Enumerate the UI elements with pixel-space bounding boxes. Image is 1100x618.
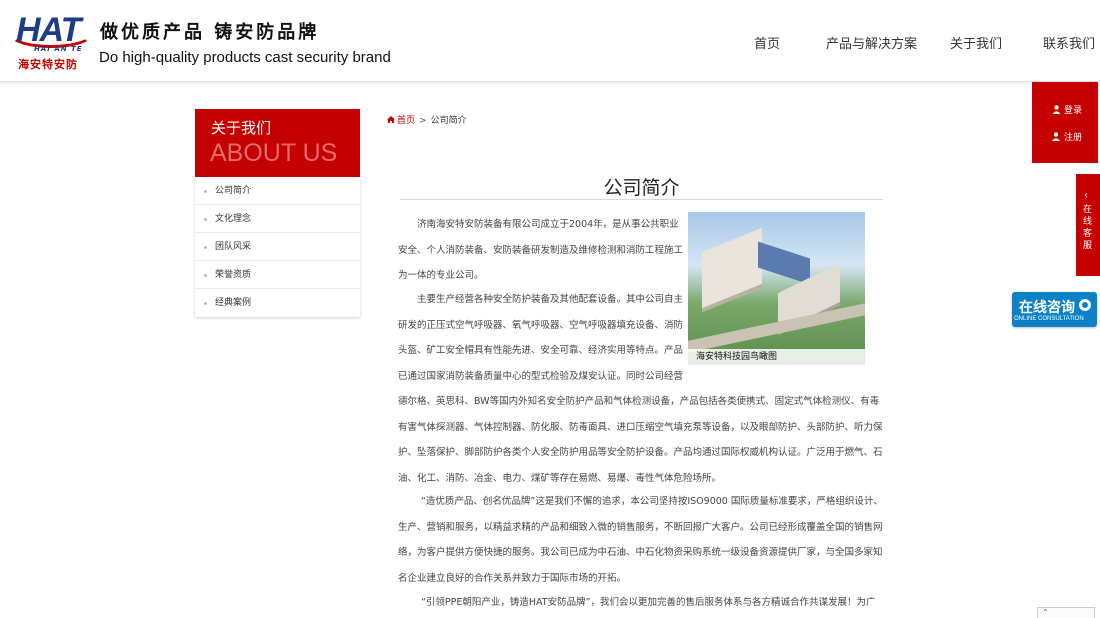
page-title: 公司简介	[603, 177, 680, 199]
breadcrumb-separator: >	[419, 116, 427, 126]
slogan-chinese: 做优质产品 铸安防品牌	[100, 22, 320, 43]
site-header: HAT HAI AN TE 海安特安防 做优质产品 铸安防品牌 Do high-…	[0, 0, 1100, 82]
back-to-top-widget[interactable]: ⌃	[1037, 607, 1095, 618]
online-service-label: 在线客服	[1083, 205, 1093, 251]
nav-home[interactable]: 首页	[754, 33, 780, 52]
online-service-tab[interactable]: ‹ 在线客服	[1076, 174, 1100, 276]
bullet-icon	[204, 190, 207, 193]
intro-paragraph-2: 主要生产经营各种安全防护装备及其他配套设备。其中公司自主研发的正压式空气呼吸器、…	[398, 294, 684, 382]
chevron-left-icon: ‹	[1084, 190, 1088, 201]
breadcrumb-home[interactable]: 首页	[397, 116, 415, 126]
register-link[interactable]: 注册	[1052, 130, 1082, 143]
intro-paragraph-2-continued: 德尔格、英思科、BW等国内外知名安全防护产品和气体检测设备，产品包括各类便携式、…	[398, 396, 883, 484]
logo-subtext: HAI AN TE	[34, 45, 83, 53]
breadcrumb-current: 公司简介	[430, 116, 467, 126]
campus-aerial-photo: 海安特科技园鸟瞰图	[688, 212, 865, 365]
sidebar-item-cases[interactable]: 经典案例	[195, 289, 360, 317]
login-label: 登录	[1064, 106, 1083, 116]
online-consultation-label-en: ONLINE CONSULTATION	[1014, 316, 1084, 322]
online-consultation-button[interactable]: 在线咨询 ONLINE CONSULTATION	[1012, 292, 1097, 327]
login-panel: 登录 注册	[1032, 82, 1098, 163]
online-consultation-label: 在线咨询	[1019, 300, 1075, 316]
sidebar-item-company-profile[interactable]: 公司简介	[195, 177, 360, 205]
bullet-icon	[204, 246, 207, 249]
building-shape	[702, 227, 762, 313]
logo[interactable]: HAT HAI AN TE 海安特安防	[8, 11, 94, 72]
register-label: 注册	[1064, 133, 1083, 143]
sidebar-item-label: 荣誉资质	[215, 270, 252, 280]
logo-chinese-name: 海安特安防	[18, 58, 78, 71]
bullet-icon	[204, 274, 207, 277]
nav-contact[interactable]: 联系我们	[1043, 33, 1095, 52]
nav-about[interactable]: 关于我们	[950, 33, 1002, 52]
chat-icon	[1079, 299, 1091, 311]
road-shape	[688, 303, 865, 353]
user-icon	[1052, 105, 1061, 114]
sidebar-item-team[interactable]: 团队风采	[195, 233, 360, 261]
sidebar-item-label: 团队风采	[215, 242, 252, 252]
slogan-english: Do high-quality products cast security b…	[99, 49, 391, 66]
intro-paragraph-1: 济南海安特安防装备有限公司成立于2004年，是从事公共职业安全、个人消防装备、安…	[398, 219, 684, 281]
logo-text: HAT	[16, 11, 81, 49]
bullet-icon	[204, 218, 207, 221]
title-divider	[400, 199, 883, 200]
intro-paragraph-3: “造优质产品、创名优品牌”这是我们不懈的追求，本公司坚持按ISO9000 国际质…	[398, 496, 883, 584]
sidebar-title-en: ABOUT US	[210, 139, 338, 167]
bullet-icon	[204, 302, 207, 305]
sidebar-item-label: 文化理念	[215, 214, 252, 224]
user-add-icon	[1052, 132, 1060, 141]
chevron-up-icon: ⌃	[1042, 608, 1049, 617]
sidebar-item-honors[interactable]: 荣誉资质	[195, 261, 360, 289]
sidebar-header: 关于我们 ABOUT US	[195, 109, 360, 177]
sidebar-item-culture[interactable]: 文化理念	[195, 205, 360, 233]
sidebar-menu: 公司简介 文化理念 团队风采 荣誉资质 经典案例	[195, 177, 360, 317]
login-link[interactable]: 登录	[1052, 103, 1082, 116]
sidebar-item-label: 公司简介	[215, 186, 252, 196]
home-icon	[387, 116, 395, 123]
breadcrumb: 首页 > 公司简介	[387, 113, 467, 126]
building-shape	[758, 241, 810, 285]
intro-paragraph-4: “引领PPE朝阳产业，铸造HAT安防品牌”，我们会以更加完善的售后服务体系与各方…	[421, 597, 876, 608]
sidebar-item-label: 经典案例	[215, 298, 252, 308]
photo-caption: 海安特科技园鸟瞰图	[688, 349, 865, 365]
sidebar-title: 关于我们	[211, 119, 272, 137]
nav-products[interactable]: 产品与解决方案	[826, 33, 917, 52]
